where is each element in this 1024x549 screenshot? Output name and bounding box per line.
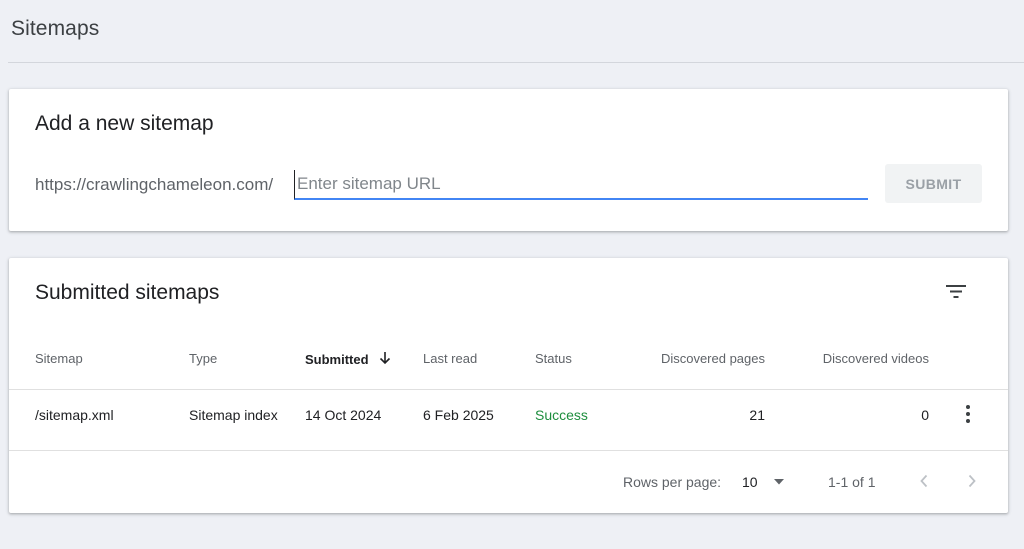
header-divider (9, 389, 1008, 390)
more-vert-icon[interactable] (961, 403, 975, 425)
dropdown-arrow-icon (773, 479, 784, 485)
status-cell: Success (535, 407, 588, 423)
sitemap-url-input[interactable] (294, 170, 868, 200)
column-header-submitted[interactable]: Submitted (305, 351, 392, 367)
chevron-left-icon (920, 474, 928, 488)
page-title: Sitemaps (11, 17, 100, 40)
previous-page-button[interactable] (912, 469, 936, 493)
arrow-downward-icon (380, 352, 391, 365)
rows-per-page-select[interactable]: 10 (742, 470, 792, 494)
column-header-sitemap[interactable]: Sitemap (35, 351, 83, 366)
column-header-discovered-pages[interactable]: Discovered pages (629, 351, 765, 366)
rows-per-page-label: Rows per page: (623, 474, 722, 490)
filter-list-icon (946, 285, 966, 298)
column-header-last-read[interactable]: Last read (423, 351, 477, 366)
row-divider (9, 450, 1008, 451)
column-header-submitted-label: Submitted (305, 352, 369, 367)
title-divider (8, 62, 1024, 63)
add-sitemap-card: Add a new sitemap https://crawlingchamel… (9, 89, 1008, 231)
last-read-cell: 6 Feb 2025 (423, 407, 494, 423)
column-header-discovered-videos[interactable]: Discovered videos (799, 351, 929, 366)
filter-button[interactable] (943, 279, 969, 303)
column-header-type[interactable]: Type (189, 351, 217, 366)
submitted-sitemaps-heading: Submitted sitemaps (35, 281, 220, 304)
chevron-right-icon (968, 474, 976, 488)
next-page-button[interactable] (960, 469, 984, 493)
rows-per-page-value: 10 (742, 474, 758, 490)
type-cell: Sitemap index (189, 407, 278, 423)
add-sitemap-heading: Add a new sitemap (35, 112, 214, 135)
pagination-range: 1-1 of 1 (828, 474, 876, 490)
submitted-cell: 14 Oct 2024 (305, 407, 382, 423)
submitted-sitemaps-card: Submitted sitemaps Sitemap Type Submitte… (9, 258, 1008, 513)
column-header-status[interactable]: Status (535, 351, 572, 366)
sitemap-cell: /sitemap.xml (35, 407, 114, 423)
submit-button[interactable]: SUBMIT (885, 164, 982, 203)
discovered-pages-cell: 21 (749, 407, 765, 423)
discovered-videos-cell: 0 (921, 407, 929, 423)
site-url-prefix: https://crawlingchameleon.com/ (35, 175, 274, 194)
